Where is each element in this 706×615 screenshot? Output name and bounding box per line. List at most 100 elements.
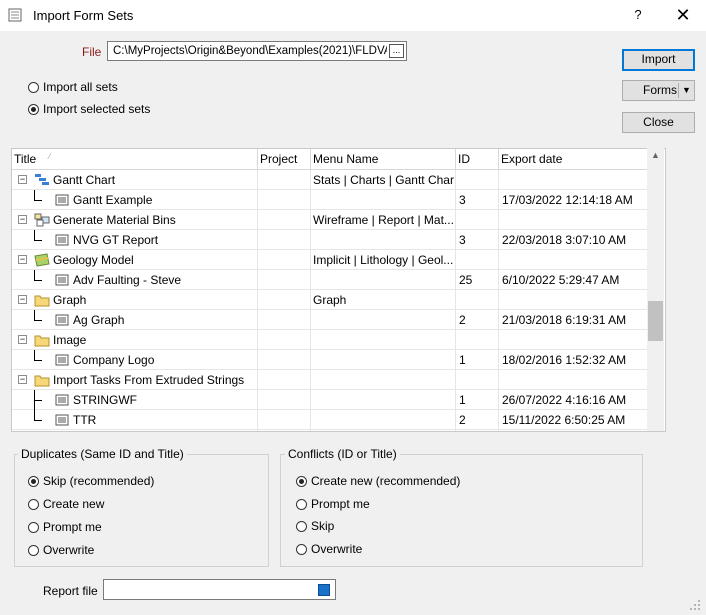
tree-line [34,420,42,421]
form-sets-grid[interactable]: Title ⁄ Project Menu Name ID Export date… [11,148,666,432]
table-row[interactable]: TTR 2 15/11/2022 6:50:25 AM [12,410,648,430]
grid-scrollbar[interactable]: ▲ [647,148,664,431]
row-menu-name: Implicit | Lithology | Geol... [313,253,454,267]
duplicates-option-label[interactable]: Skip (recommended) [43,474,154,488]
close-window-button[interactable]: ✕ [666,5,700,25]
tree-line [34,400,42,401]
row-id: 1 [459,353,466,367]
scroll-up-icon[interactable]: ▲ [651,150,660,160]
import-all-radio-dot[interactable] [28,82,39,94]
table-row[interactable]: Adv Faulting - Steve 25 6/10/2022 5:29:47 … [12,270,648,290]
table-row[interactable]: Company Logo 1 18/02/2016 1:52:32 AM [12,350,648,370]
forms-button-label: Forms [643,83,677,97]
conflicts-radio-1[interactable] [296,498,307,510]
conflicts-radio-2[interactable] [296,521,307,532]
duplicates-option-label[interactable]: Overwrite [43,543,94,557]
column-title-label: Title [14,152,37,166]
form-icon [55,394,69,409]
row-export-date: 21/03/2018 6:19:31 AM [502,313,627,327]
form-icon [55,274,69,289]
conflicts-radio-0[interactable] [296,476,307,487]
table-row[interactable]: − Gantt Chart Stats | Charts | Gantt Chart [12,170,648,190]
chevron-down-icon[interactable]: ▼ [682,81,691,100]
collapse-icon[interactable]: − [18,255,27,264]
import-selected-radio-dot[interactable] [28,104,39,116]
column-header-id[interactable]: ID [456,149,499,170]
duplicates-option-label[interactable]: Create new [43,497,104,511]
window-title: Import Form Sets [33,8,134,23]
form-icon [55,414,69,429]
collapse-icon[interactable]: − [18,295,27,304]
conflicts-radio-3[interactable] [296,543,307,555]
import-selected-label[interactable]: Import selected sets [43,102,150,116]
tree-line [34,360,42,361]
duplicates-radio-0[interactable] [28,476,39,487]
column-header-export-date[interactable]: Export date [499,149,648,170]
conflicts-option-label[interactable]: Prompt me [311,497,370,511]
row-id: 3 [459,233,466,247]
row-menu-name: Graph [313,293,347,307]
file-label: File [82,45,102,59]
table-row[interactable]: − Import Tasks From Extruded Strings [12,370,648,390]
help-button[interactable]: ? [626,5,650,25]
conflicts-option-label[interactable]: Skip [311,519,334,533]
close-button[interactable]: Close [622,112,695,133]
import-all-radio[interactable] [28,80,39,94]
collapse-icon[interactable]: − [18,215,27,224]
form-icon [55,194,69,209]
conflicts-option-label[interactable]: Overwrite [311,542,362,556]
import-button[interactable]: Import [622,49,695,71]
browse-button[interactable]: ... [389,44,404,58]
column-header-project[interactable]: Project [258,149,311,170]
row-id: 1 [459,393,466,407]
table-row[interactable]: NVG GT Report 3 22/03/2018 3:07:10 AM [12,230,648,250]
file-path-input[interactable]: C:\MyProjects\Origin&Beyond\Examples(202… [107,41,407,61]
table-row[interactable]: Gantt Example 3 17/03/2022 12:14:18 AM [12,190,648,210]
folder-icon [34,293,50,310]
column-header-title[interactable]: Title ⁄ [12,149,258,170]
duplicates-option-label[interactable]: Prompt me [43,520,102,534]
row-title: Gantt Example [73,193,153,207]
report-file-input[interactable] [103,579,336,600]
duplicates-title: Duplicates (Same ID and Title) [18,447,187,461]
scrollbar-thumb[interactable] [648,301,663,341]
import-selected-radio[interactable] [28,102,39,116]
column-header-menu-name[interactable]: Menu Name [311,149,456,170]
row-title: Image [53,333,87,347]
tree-line [34,280,42,281]
folder-icon [34,333,50,350]
report-file-label: Report file [43,584,98,598]
resize-grip-icon[interactable] [688,598,702,612]
forms-button[interactable]: Forms ▼ [622,80,695,101]
tree-line [34,240,42,241]
table-row[interactable]: − Geology Model Implicit | Lithology | Geo… [12,250,648,270]
sort-arrow-icon: ⁄ [49,152,51,161]
duplicates-radio-3[interactable] [28,545,39,556]
table-row[interactable]: STRINGWF 1 26/07/2022 4:16:16 AM [12,390,648,410]
table-row[interactable]: − Graph Graph [12,290,648,310]
conflicts-option-label[interactable]: Create new (recommended) [311,474,460,488]
gantt-icon [34,173,50,190]
import-all-label[interactable]: Import all sets [43,80,118,94]
row-title: Gantt Chart [53,173,116,187]
tree-line [34,320,42,321]
collapse-icon[interactable]: − [18,175,27,184]
duplicates-radio-1[interactable] [28,499,39,510]
collapse-icon[interactable]: − [18,335,27,344]
conflicts-title: Conflicts (ID or Title) [285,447,400,461]
folder-icon [34,373,50,390]
row-id: 3 [459,193,466,207]
row-id: 2 [459,313,466,327]
row-title: Ag Graph [73,313,125,327]
row-title: NVG GT Report [73,233,159,247]
duplicates-radio-2[interactable] [28,522,39,533]
table-row[interactable]: Ag Graph 2 21/03/2018 6:19:31 AM [12,310,648,330]
bins-icon [34,213,50,230]
table-row[interactable]: − Generate Material Bins Wireframe | Repor… [12,210,648,230]
collapse-icon[interactable]: − [18,375,27,384]
file-path-value: C:\MyProjects\Origin&Beyond\Examples(202… [113,45,387,57]
row-id: 25 [459,273,473,287]
row-title: Import Tasks From Extruded Strings [53,373,245,387]
table-row[interactable]: − Image [12,330,648,350]
browse-icon[interactable] [318,584,330,596]
